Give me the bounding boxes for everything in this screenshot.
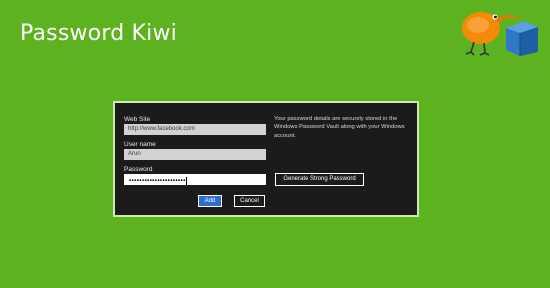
- website-field[interactable]: http://www.facebook.com: [124, 124, 266, 135]
- password-value: ••••••••••••••••••••••: [129, 177, 186, 185]
- add-button[interactable]: Add: [198, 195, 222, 207]
- kiwi-logo-icon: [462, 12, 538, 56]
- username-label: User name: [124, 141, 156, 148]
- add-password-dialog: Web Site http://www.facebook.com User na…: [113, 101, 419, 217]
- cancel-button[interactable]: Cancel: [234, 195, 265, 207]
- password-field[interactable]: ••••••••••••••••••••••: [124, 174, 266, 185]
- generate-strong-password-button[interactable]: Generate Strong Password: [275, 173, 364, 186]
- password-label: Password: [124, 166, 153, 173]
- app-title: Password Kiwi: [20, 21, 177, 46]
- username-field[interactable]: Arun: [124, 149, 266, 160]
- website-label: Web Site: [124, 116, 151, 123]
- text-caret: [185, 177, 187, 185]
- vault-info-text: Your password details are securely store…: [274, 116, 405, 139]
